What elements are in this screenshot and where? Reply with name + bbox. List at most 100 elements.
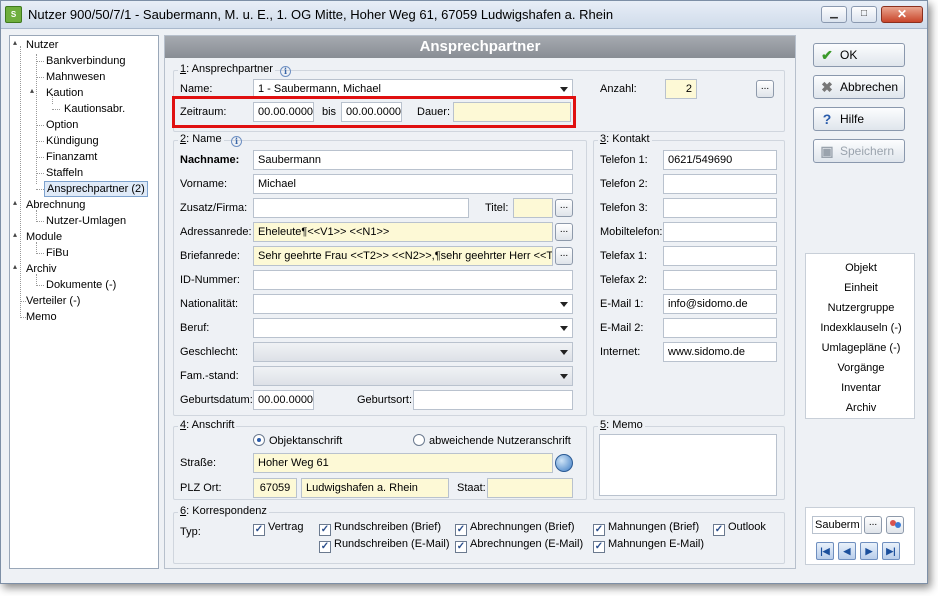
- telefax1-field[interactable]: [663, 246, 777, 266]
- email2-field[interactable]: [663, 318, 777, 338]
- memo-textarea[interactable]: [599, 434, 777, 496]
- speichern-button[interactable]: ▣ Speichern: [813, 139, 905, 163]
- staat-field: [487, 478, 573, 498]
- mobil-field[interactable]: [663, 222, 777, 242]
- checkbox-vertrag[interactable]: ✓ Vertrag: [253, 521, 303, 536]
- checkbox-mahnungen-brief[interactable]: ✓ Mahnungen (Brief): [593, 521, 699, 536]
- tree-item-fibu[interactable]: FiBu: [46, 246, 69, 260]
- link-umlageplaene[interactable]: Umlagepläne (-): [806, 342, 916, 354]
- tree-item-memo[interactable]: Memo: [26, 310, 57, 324]
- chevron-down-icon: [560, 326, 568, 331]
- titel-browse-button[interactable]: ...: [555, 199, 573, 217]
- radio-abweichende-anschrift[interactable]: abweichende Nutzeranschrift: [413, 434, 571, 447]
- briefanrede-browse-button[interactable]: ...: [555, 247, 573, 265]
- window-title: Nutzer 900/50/7/1 - Saubermann, M. u. E.…: [28, 7, 614, 22]
- email2-label: E-Mail 2:: [600, 322, 644, 334]
- checkbox-mahnungen-email[interactable]: ✓ Mahnungen E-Mail): [593, 538, 704, 553]
- telefax2-field[interactable]: [663, 270, 777, 290]
- last-record-button[interactable]: ▶|: [882, 542, 900, 560]
- checkbox-abrechnungen-email[interactable]: ✓ Abrechnungen (E-Mail): [455, 538, 583, 553]
- plz-label: PLZ Ort:: [180, 482, 222, 494]
- tree-item-finanzamt[interactable]: Finanzamt: [46, 150, 97, 164]
- close-button[interactable]: ✕: [881, 6, 923, 23]
- first-record-button[interactable]: |◀: [816, 542, 834, 560]
- tree-item-dokumente[interactable]: Dokumente (-): [46, 278, 116, 292]
- beruf-select[interactable]: [253, 318, 573, 338]
- anzahl-field[interactable]: 2: [665, 79, 697, 99]
- link-indexklauseln[interactable]: Indexklauseln (-): [806, 322, 916, 334]
- checkbox-rundschreiben-brief[interactable]: ✓ Rundschreiben (Brief): [319, 521, 441, 536]
- geschlecht-label: Geschlecht:: [180, 346, 239, 358]
- tree-item-module[interactable]: Module: [26, 230, 62, 244]
- users-icon[interactable]: [886, 516, 904, 534]
- checkbox-rundschreiben-email[interactable]: ✓ Rundschreiben (E-Mail): [319, 538, 450, 553]
- tree-item-kautionsabr[interactable]: Kautionsabr.: [64, 102, 125, 116]
- telefon2-field[interactable]: [663, 174, 777, 194]
- link-nutzergruppe[interactable]: Nutzergruppe: [806, 302, 916, 314]
- telefon3-label: Telefon 3:: [600, 202, 648, 214]
- tree-item-kaution[interactable]: Kaution: [46, 86, 83, 100]
- abbrechen-button[interactable]: ✖ Abbrechen: [813, 75, 905, 99]
- link-archiv[interactable]: Archiv: [806, 402, 916, 414]
- search-browse-button[interactable]: ...: [864, 516, 882, 534]
- nachname-field[interactable]: Saubermann: [253, 150, 573, 170]
- checkbox-abrechnungen-brief[interactable]: ✓ Abrechnungen (Brief): [455, 521, 575, 536]
- radio-objektanschrift[interactable]: Objektanschrift: [253, 434, 342, 447]
- navigation-tree: ▴ Nutzer Bankverbindung Mahnwesen ▴ Kaut…: [9, 35, 159, 569]
- famstand-select[interactable]: [253, 366, 573, 386]
- ort-field: Ludwigshafen a. Rhein: [301, 478, 449, 498]
- tree-item-archiv[interactable]: Archiv: [26, 262, 57, 276]
- email1-field[interactable]: info@sidomo.de: [663, 294, 777, 314]
- ok-button[interactable]: ✔ OK: [813, 43, 905, 67]
- maximize-button[interactable]: □: [851, 6, 877, 23]
- checkbox-outlook[interactable]: ✓ Outlook: [713, 521, 766, 536]
- anzahl-browse-button[interactable]: ...: [756, 80, 774, 98]
- help-icon: ?: [822, 111, 832, 127]
- collapse-icon[interactable]: ▴: [13, 38, 17, 47]
- info-icon[interactable]: i: [280, 66, 291, 77]
- adressanrede-browse-button[interactable]: ...: [555, 223, 573, 241]
- geburtsdatum-field[interactable]: 00.00.0000: [253, 390, 314, 410]
- tree-item-option[interactable]: Option: [46, 118, 78, 132]
- adressanrede-field[interactable]: Eheleute¶<<V1>> <<N1>>: [253, 222, 553, 242]
- link-vorgaenge[interactable]: Vorgänge: [806, 362, 916, 374]
- zusatz-field[interactable]: [253, 198, 469, 218]
- globe-icon[interactable]: [555, 454, 573, 472]
- collapse-icon[interactable]: ▴: [13, 198, 17, 207]
- telefon2-label: Telefon 2:: [600, 178, 648, 190]
- nationalitaet-select[interactable]: [253, 294, 573, 314]
- next-record-button[interactable]: ▶: [860, 542, 878, 560]
- tree-item-abrechnung[interactable]: Abrechnung: [26, 198, 85, 212]
- collapse-icon[interactable]: ▴: [13, 230, 17, 239]
- telefon3-field[interactable]: [663, 198, 777, 218]
- tree-item-kuendigung[interactable]: Kündigung: [46, 134, 99, 148]
- minimize-button[interactable]: ▁: [821, 6, 847, 23]
- tree-item-nutzer[interactable]: Nutzer: [26, 38, 58, 52]
- highlight-box: [172, 96, 576, 128]
- tree-item-nutzer-umlagen[interactable]: Nutzer-Umlagen: [46, 214, 126, 228]
- anzahl-label: Anzahl:: [600, 83, 637, 95]
- tree-item-staffeln[interactable]: Staffeln: [46, 166, 83, 180]
- collapse-icon[interactable]: ▴: [13, 262, 17, 271]
- tree-item-ansprechpartner[interactable]: Ansprechpartner (2): [44, 181, 148, 197]
- internet-field[interactable]: www.sidomo.de: [663, 342, 777, 362]
- tree-item-verteiler[interactable]: Verteiler (-): [26, 294, 80, 308]
- titel-field[interactable]: [513, 198, 553, 218]
- link-objekt[interactable]: Objekt: [806, 262, 916, 274]
- geburtsort-field[interactable]: [413, 390, 573, 410]
- hilfe-button[interactable]: ? Hilfe: [813, 107, 905, 131]
- collapse-icon[interactable]: ▴: [30, 86, 34, 95]
- geschlecht-select[interactable]: [253, 342, 573, 362]
- tree-item-bankverbindung[interactable]: Bankverbindung: [46, 54, 126, 68]
- search-field[interactable]: Sauberm: [812, 516, 862, 534]
- link-einheit[interactable]: Einheit: [806, 282, 916, 294]
- telefon1-field[interactable]: 0621/549690: [663, 150, 777, 170]
- link-inventar[interactable]: Inventar: [806, 382, 916, 394]
- prev-record-button[interactable]: ◀: [838, 542, 856, 560]
- related-links: Objekt Einheit Nutzergruppe Indexklausel…: [805, 253, 915, 419]
- briefanrede-field[interactable]: Sehr geehrte Frau <<T2>> <<N2>>,¶sehr ge…: [253, 246, 553, 266]
- info-icon[interactable]: i: [231, 136, 242, 147]
- tree-item-mahnwesen[interactable]: Mahnwesen: [46, 70, 105, 84]
- id-field[interactable]: [253, 270, 573, 290]
- vorname-field[interactable]: Michael: [253, 174, 573, 194]
